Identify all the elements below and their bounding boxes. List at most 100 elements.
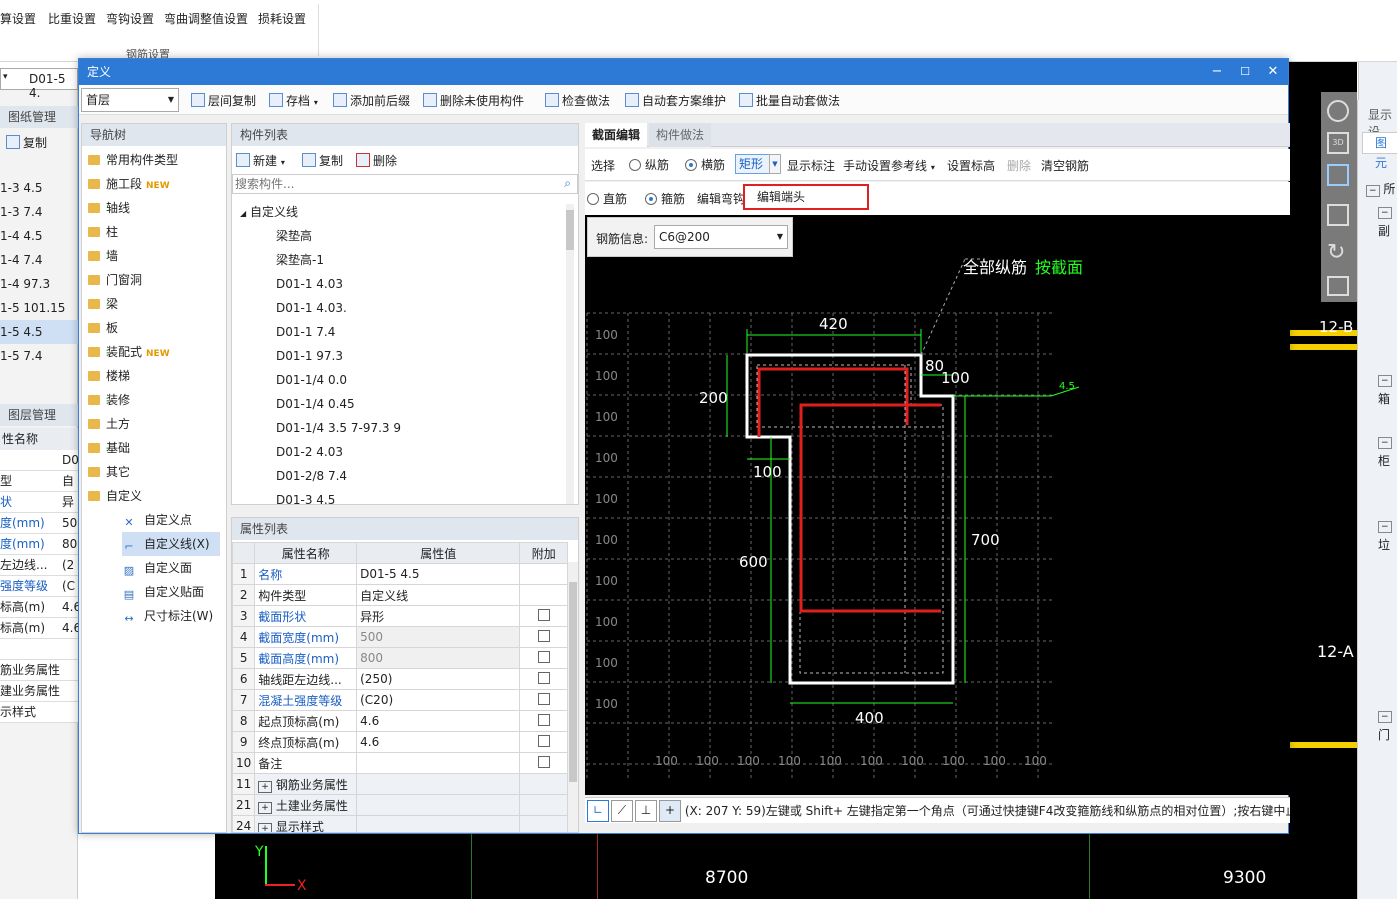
prop-value[interactable]: (250) [356,668,521,690]
nav-item[interactable]: 板 [88,316,118,340]
nav-item[interactable]: 梁 [88,292,118,316]
drawing-list-item[interactable]: 1-3 4.5 [0,176,78,200]
component-list-item[interactable]: D01-3 4.5 [276,488,335,512]
property-row[interactable]: 1 名称 D01-5 4.5 [232,563,568,585]
property-row[interactable]: 7 混凝土强度等级 (C20) [232,689,568,711]
snap-icon[interactable]: ⟋ [611,800,633,822]
bg-right-tab[interactable]: 图元 [1362,132,1397,170]
property-row[interactable]: 10 备注 [232,752,568,774]
component-list-item[interactable]: D01-1 4.03 [276,272,343,296]
prop-value[interactable]: 4.6 [356,710,521,732]
stirrup-radio[interactable]: 箍筋 [645,190,685,207]
component-list-item[interactable]: D01-1/4 0.0 [276,368,347,392]
orbit-icon[interactable] [1327,100,1349,122]
select-button[interactable]: 选择 [591,157,615,174]
component-list-item[interactable]: D01-1/4 0.45 [276,392,355,416]
extra-checkbox[interactable] [537,629,550,642]
nav-sub-item[interactable]: ↔ 尺寸标注(W) [122,604,213,628]
drawing-list-item[interactable]: 1-4 7.4 [0,248,78,272]
section-canvas[interactable]: 钢筋信息: C6@200 ▼ 100 100 100 100 100 100 100 100 1… [585,215,1290,795]
archive-button[interactable]: 存档 ▾ [269,92,318,110]
property-row[interactable]: 4 截面宽度(mm) 500 [232,626,568,648]
rotate-icon[interactable]: ↻ [1327,240,1345,265]
extra-checkbox[interactable] [537,734,550,747]
prop-value[interactable] [356,773,521,795]
extra-checkbox[interactable] [537,713,550,726]
3d-view-icon[interactable]: 3D [1327,132,1349,154]
copy-button[interactable]: 复制 [302,152,343,169]
nav-item[interactable]: 轴线 [88,196,130,220]
nav-item[interactable]: 柱 [88,220,118,244]
property-row[interactable]: 5 截面高度(mm) 800 [232,647,568,669]
nav-item[interactable]: 其它 [88,460,130,484]
nav-item[interactable]: 门窗洞 [88,268,142,292]
prop-value[interactable]: 异形 [356,605,521,627]
bg-right-item[interactable]: − 所 [1366,180,1395,200]
nav-item[interactable]: 装修 [88,388,130,412]
manual-ref-button[interactable]: 手动设置参考线 ▾ [843,157,935,174]
nav-item[interactable]: 墙 [88,244,118,268]
component-list-item[interactable]: 梁垫高-1 [276,248,324,272]
nav-item[interactable]: 常用构件类型 [88,148,178,172]
check-method-button[interactable]: 检查做法 [545,92,610,110]
prop-value[interactable]: 自定义线 [356,584,521,606]
scrollbar-thumb[interactable] [569,582,577,782]
loss-settings-button[interactable]: 损耗设置 [258,10,306,27]
drawing-list-item[interactable]: 1-3 7.4 [0,200,78,224]
ortho-icon[interactable]: ∟ [587,800,609,822]
hoop-rebar-radio[interactable]: 横筋 [685,156,725,173]
grid-view-icon[interactable] [1327,276,1349,296]
expand-icon[interactable]: + [258,780,272,793]
search-icon[interactable]: ⌕ [564,176,571,191]
component-list-item[interactable]: D01-1 97.3 [276,344,343,368]
property-row[interactable]: 9 终点顶标高(m) 4.6 [232,731,568,753]
maximize-icon[interactable]: ☐ [1232,59,1258,85]
drawing-list-item[interactable]: 1-5 101.15 [0,296,78,320]
scrollbar[interactable] [568,562,578,832]
close-icon[interactable]: ✕ [1260,59,1286,85]
floor-select[interactable]: 首层 ▼ [81,88,179,112]
nav-sub-item[interactable]: ▨ 自定义面 [122,556,192,580]
prop-value[interactable]: D01-5 4.5 [356,563,521,585]
prop-value[interactable]: 4.6 [356,731,521,753]
property-row[interactable]: 24 + 显示样式 [232,815,568,832]
component-list-item[interactable]: D01-2 4.03 [276,440,343,464]
edit-hook-button[interactable]: 编辑弯钩 [697,190,745,207]
top-view-icon[interactable] [1327,164,1349,186]
delete-rebar-button[interactable]: 删除 [1007,157,1031,174]
prop-value[interactable]: 800 [356,647,521,669]
perpendicular-icon[interactable]: ⊥ [635,800,657,822]
new-button[interactable]: 新建 ▾ [236,152,285,169]
show-label-button[interactable]: 显示标注 [787,157,835,174]
delete-unused-button[interactable]: 删除未使用构件 [423,92,524,110]
nav-item[interactable]: 土方 [88,412,130,436]
component-list-item[interactable]: D01-1 4.03. [276,296,347,320]
minimize-icon[interactable]: − [1204,59,1230,85]
tab-component-method[interactable]: 构件做法 [649,123,711,147]
nav-item[interactable]: 施工段 NEW [88,172,170,196]
clear-rebar-button[interactable]: 清空钢筋 [1041,157,1089,174]
straight-rebar-radio[interactable]: 直筋 [587,190,627,207]
nav-item[interactable]: 基础 [88,436,130,460]
extra-checkbox[interactable] [537,608,550,621]
component-search[interactable]: ⌕ [232,174,578,194]
property-row[interactable]: 2 构件类型 自定义线 [232,584,568,606]
density-settings-button[interactable]: 比重设置 [48,10,96,27]
auto-scheme-button[interactable]: 自动套方案维护 [625,92,726,110]
edit-end-button[interactable]: 编辑端头 [743,184,869,210]
drawing-list-item[interactable]: 1-4 4.5 [0,224,78,248]
component-list-item[interactable]: D01-1 7.4 [276,320,335,344]
extra-checkbox[interactable] [537,692,550,705]
component-list-item[interactable]: 梁垫高 [276,224,312,248]
bg-right-item[interactable]: − 垃 [1378,516,1397,554]
drawing-list-item[interactable]: 1-4 97.3 [0,272,78,296]
nav-sub-item[interactable]: ⌐ 自定义线(X) [122,532,220,556]
bg-right-item[interactable]: − 箱 [1378,370,1397,408]
add-prefix-suffix-button[interactable]: 添加前后缀 [333,92,410,110]
calc-settings-button[interactable]: 算设置 [0,10,36,27]
prop-value[interactable] [356,794,521,816]
shape-select[interactable]: 矩形 ▼ [735,154,781,174]
property-row[interactable]: 21 + 土建业务属性 [232,794,568,816]
nav-sub-item[interactable]: ✕ 自定义点 [122,508,192,532]
component-list-item[interactable]: D01-1/4 3.5 7-97.3 9 [276,416,401,440]
